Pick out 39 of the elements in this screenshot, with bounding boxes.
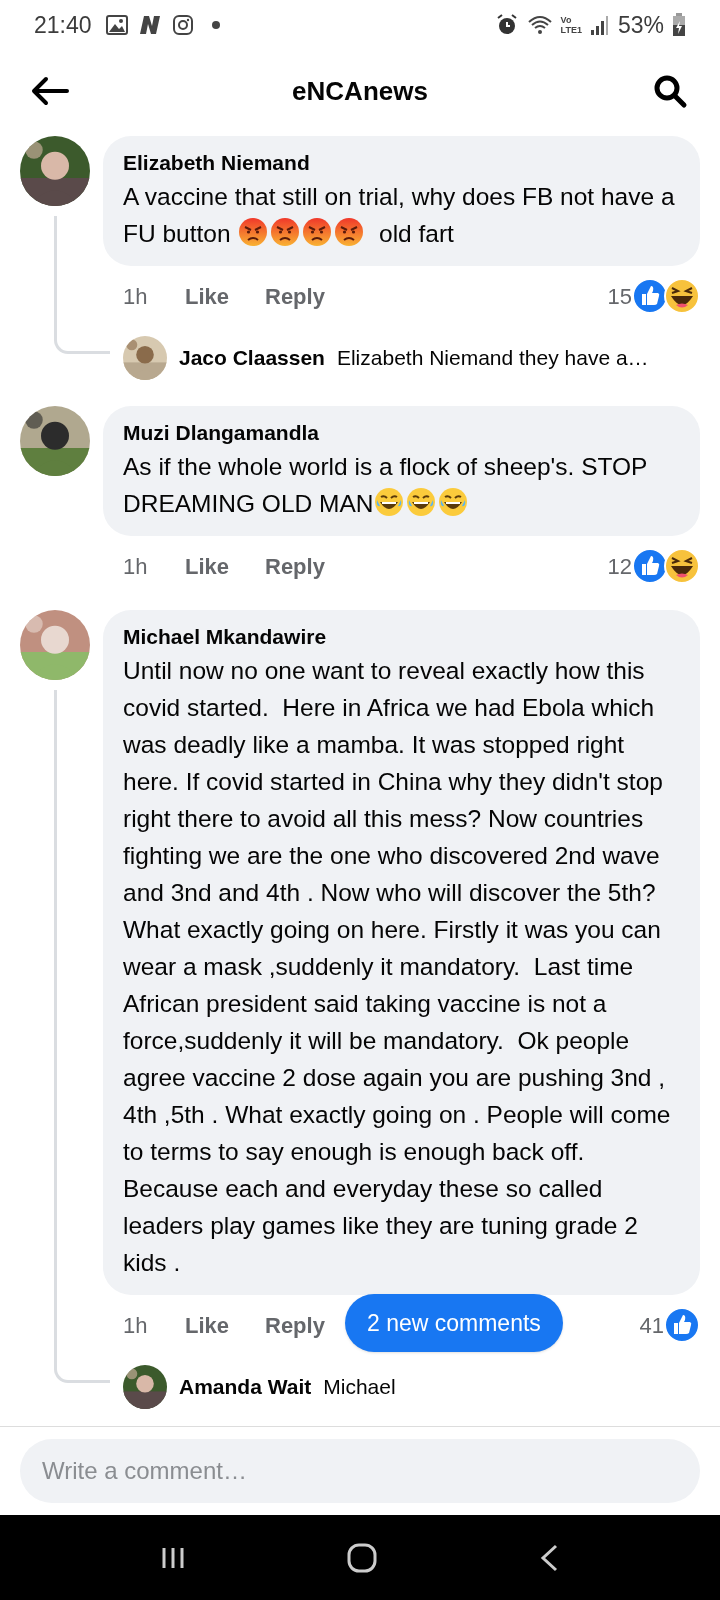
comment-text: As if the whole world is a flock of sheep's. STOP DREAMING OLD MAN — [123, 452, 648, 519]
n-logo-icon — [137, 15, 162, 35]
wifi-icon — [526, 14, 553, 36]
reply-preview-text[interactable]: Michael — [323, 1371, 396, 1403]
reaction-count[interactable]: 12 — [607, 549, 632, 583]
network-label: Vo LTE1 — [560, 15, 582, 35]
reaction-count[interactable]: 15 — [607, 279, 632, 313]
reply-link[interactable]: Reply — [265, 279, 325, 313]
comment-text: Until now no one want to reveal exactly how this covid started. Here in Africa we had Ebola which was deadly like a mamba. It was stopped right here. If covid started in China why they didn't stop right there to avoid all this mess? Now countries fighting we are the one who discovered 2nd wave and 3nd and 4th . Now who will discover the 5th? What exactly going on here. Firstly it was you can wear a mask ,suddenly it mandatory. Last time African president said taking vaccine is not a force,suddenly it will be mandatory. Ok people agree vaccine 2 dose again you are pushing 3nd , 4th ,5th . What exactly going on . People will come to terms to say enough is enough back off. Because each and everyday these so called leaders play games like they are tuning grade 2 kids . — [123, 656, 672, 1278]
comment-time: 1h — [123, 1311, 149, 1340]
comment-author[interactable]: Michael Mkandawire — [123, 622, 680, 652]
dot-icon — [211, 21, 220, 29]
comment-author[interactable]: Elizabeth Niemand — [123, 148, 680, 178]
new-comments-toast[interactable]: 2 new comments — [345, 1294, 563, 1352]
comment-field[interactable]: Write a comment… — [20, 1439, 700, 1503]
signal-icon — [589, 14, 610, 36]
back-arrow-icon — [31, 76, 69, 106]
reply-link[interactable]: Reply — [265, 549, 325, 583]
camera-icon — [171, 14, 194, 36]
comment-time: 1h — [123, 552, 149, 581]
battery-percentage: 53% — [617, 10, 664, 40]
page-title: eNCAnews — [292, 74, 428, 108]
battery-icon — [672, 13, 686, 37]
like-link[interactable]: Like — [185, 1308, 265, 1342]
reply-author[interactable]: Jaco Claassen — [179, 342, 325, 374]
home-icon[interactable] — [346, 1541, 378, 1574]
reaction-count[interactable]: 41 — [639, 1308, 664, 1342]
reply-link[interactable]: Reply — [265, 1308, 325, 1342]
comment-time: 1h — [123, 282, 149, 311]
like-link[interactable]: Like — [185, 549, 265, 583]
search-icon — [652, 73, 688, 109]
comment-text: A vaccine that still on trial, why does FB not have a FU button old fart — [123, 182, 676, 249]
image-icon — [105, 15, 128, 35]
back-icon[interactable] — [538, 1542, 560, 1573]
like-link[interactable]: Like — [185, 279, 265, 313]
reply-preview-text[interactable]: Elizabeth Niemand they have a… — [336, 342, 649, 374]
status-time: 21:40 — [34, 10, 92, 40]
reply-author[interactable]: Amanda Wait — [179, 1371, 312, 1403]
comment-author[interactable]: Muzi Dlangamandla — [123, 418, 680, 448]
